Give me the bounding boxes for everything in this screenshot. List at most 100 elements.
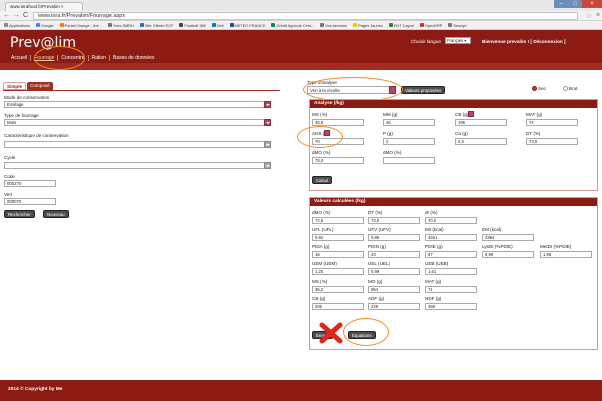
bookmark-item[interactable]: Vos services [320, 23, 347, 28]
result-field-value: 229 [368, 303, 420, 310]
close-window-icon[interactable]: × [582, 0, 602, 8]
subtabs: Simple Composé [3, 82, 53, 90]
bookmark-icon [271, 23, 276, 27]
result-field-value: 1,20 [312, 268, 364, 275]
close-tab-icon[interactable]: × [61, 4, 64, 9]
bookmark-label: METEO FRANCE [234, 22, 266, 28]
result-field-value: 0,86 [368, 234, 420, 241]
bookmark-star-icon[interactable]: ☆ [586, 12, 592, 20]
analysis-field-input[interactable] [383, 157, 435, 164]
bookmark-item[interactable]: Applications [4, 23, 30, 28]
cycle-select[interactable] [4, 162, 271, 169]
maximize-icon[interactable]: □ [568, 0, 582, 8]
result-field-label: UEM (UEM) [312, 261, 337, 266]
proposed-values-button[interactable]: Valeurs proposées [401, 86, 446, 94]
tab-simple[interactable]: Simple [3, 82, 27, 90]
result-field-label: CB (g) [312, 296, 326, 301]
analysis-field-input[interactable]: 2 [383, 138, 435, 145]
result-field-value: 35,2 [312, 286, 364, 293]
result-field-value: 4451 [425, 234, 477, 241]
bookmark-icon [4, 23, 8, 27]
bookmark-item[interactable]: Crédit Agricole Cent... [271, 23, 314, 28]
bookmark-item[interactable]: METEO FRANCE [229, 22, 266, 28]
address-bar: ←→C www.inra.fr/Prevalim/Fourrage.aspx ☆… [0, 11, 602, 21]
menu-icon[interactable]: ≡ [596, 12, 600, 19]
back-icon[interactable]: ← [3, 12, 13, 19]
analysis-field-input[interactable]: 75,0 [312, 157, 364, 164]
bookmark-item[interactable]: Dell [211, 22, 224, 28]
bookmark-item[interactable]: Portail Orange - Act... [59, 23, 102, 28]
result-field-label: EB (kcal) [425, 227, 444, 232]
bookmark-item[interactable]: Football 365 [179, 22, 206, 28]
bookmark-label: Yves-SMRH [112, 22, 134, 28]
analysis-field-input[interactable]: 72 [526, 119, 578, 126]
mode-label: Mode de conservation [4, 95, 50, 100]
analysis-panel: Analyse (/kg) [309, 99, 598, 191]
bookmark-label: Serelyn [453, 22, 467, 28]
cycle-label: Cycle [4, 155, 16, 160]
nav-buttons: ←→C [3, 12, 31, 19]
bookmark-label: Pages Jaunes [358, 22, 383, 28]
result-field-label: dMO (%) [312, 210, 331, 215]
search-button[interactable]: Rechercher [4, 210, 35, 218]
analysis-field-label: CB (g) [455, 112, 469, 117]
bookmark-label: Google [40, 22, 54, 28]
browser-tab[interactable]: www.inrafood.fr/Prevalim × [5, 2, 83, 11]
result-field-label: DT (%) [368, 210, 383, 215]
reload-icon[interactable]: C [23, 12, 31, 19]
radio-sec-label: Sec [538, 86, 546, 91]
analysis-field-input[interactable]: 195 [455, 119, 507, 126]
analysis-field-input[interactable]: 46 [383, 119, 435, 126]
calculate-button[interactable]: Calcul [312, 176, 333, 184]
language-select[interactable]: Français ▾ [445, 37, 471, 44]
mode-select[interactable]: Ensilage [4, 101, 271, 108]
bookmark-item[interactable]: ENT Cayrol [388, 23, 414, 28]
bookmark-label: Dell [216, 22, 224, 28]
result-field-label: MetDI (%PDIE) [540, 244, 572, 249]
analysis-field-input[interactable]: 35,8 [312, 119, 364, 126]
code-input[interactable]: 000270 [4, 180, 56, 187]
nav-item-bases-de-donn-es[interactable]: Bases de données [108, 55, 157, 61]
unit-select-icon[interactable] [468, 111, 474, 117]
analysis-panel-title: Analyse (/kg) [310, 100, 597, 108]
bookmark-label: Football 365 [184, 22, 206, 28]
analysis-field-input[interactable]: 2,3 [455, 138, 507, 145]
result-field-label: LysDI (%PDIE) [482, 244, 513, 249]
footer [0, 380, 602, 401]
result-field-label: ADF (g) [368, 296, 385, 301]
code-label: Code [4, 174, 15, 179]
analysis-field-input[interactable]: 73,0 [526, 138, 578, 145]
url-input[interactable]: www.inra.fr/Prevalim/Fourrage.aspx [33, 12, 578, 20]
analysis-field-label: MS (%) [312, 112, 328, 117]
minimize-icon[interactable]: – [554, 0, 568, 8]
radio-brut[interactable]: Brut [563, 86, 577, 91]
result-field-value: 73,0 [368, 217, 420, 224]
new-button[interactable]: Nouveau [43, 210, 69, 218]
bookmark-item[interactable]: OpenERP [419, 23, 442, 28]
result-field-value: 1,61 [425, 268, 477, 275]
result-field-label: EM (kcal) [482, 227, 502, 232]
nav-item-accueil[interactable]: Accueil [8, 55, 30, 61]
type-fourrage-select[interactable]: Maïs [4, 119, 271, 126]
nav-item-ration[interactable]: Ration [87, 55, 109, 61]
bookmark-item[interactable]: Site Officiel ECF [139, 23, 173, 28]
tab-compose[interactable]: Composé [27, 82, 53, 90]
bookmark-item[interactable]: Serelyn [448, 22, 467, 28]
carac-label: Caractéristique de conservation [4, 133, 69, 138]
vert-input[interactable]: 000070 [4, 198, 56, 205]
language-value: Français [447, 38, 464, 43]
bookmark-icon [353, 23, 358, 27]
bookmark-item[interactable]: Yves-SMRH [107, 22, 134, 28]
analysis-field-label: MM (g) [383, 112, 398, 117]
bookmark-item[interactable]: Google [35, 22, 54, 28]
result-field-label: NDF (g) [425, 296, 442, 301]
result-field-value: 67 [425, 251, 477, 258]
bookmark-icon [320, 23, 325, 27]
forward-icon[interactable]: → [13, 12, 23, 19]
carac-select[interactable] [4, 141, 271, 148]
welcome-text[interactable]: Bienvenue prevalim ! [ Déconnexion ] [482, 39, 566, 44]
radio-sec[interactable]: Sec [532, 86, 546, 91]
highlight-ring-ads [297, 126, 343, 148]
bookmark-item[interactable]: Pages Jaunes [353, 23, 383, 28]
result-field-label: dr (%) [425, 210, 438, 215]
